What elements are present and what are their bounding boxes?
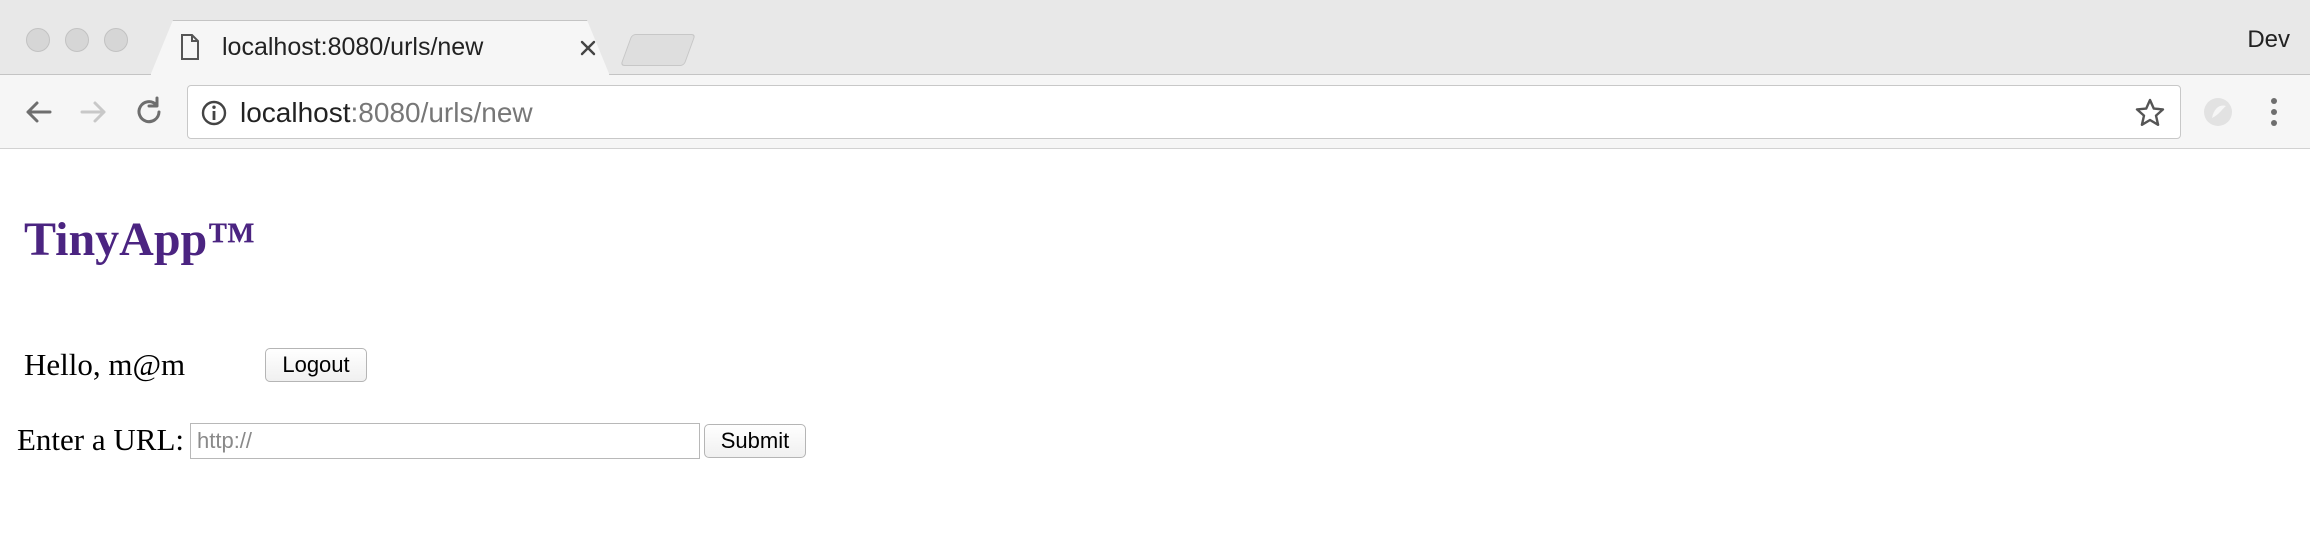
- new-tab-button[interactable]: [620, 34, 696, 66]
- reload-icon[interactable]: [131, 94, 167, 130]
- active-tab-content[interactable]: localhost:8080/urls/new: [150, 20, 610, 76]
- close-tab-icon[interactable]: [576, 36, 600, 60]
- url-input[interactable]: [190, 423, 700, 459]
- info-icon[interactable]: [200, 99, 228, 127]
- profile-name[interactable]: Dev: [2247, 26, 2290, 54]
- tab-strip: localhost:8080/urls/new Dev: [0, 0, 2310, 76]
- window-minimize-button[interactable]: [65, 28, 89, 52]
- browser-toolbar: localhost:8080/urls/new: [0, 75, 2310, 149]
- logout-button[interactable]: Logout: [265, 348, 367, 382]
- address-text[interactable]: localhost:8080/urls/new: [240, 97, 533, 129]
- greeting-text: Hello, m@m: [24, 347, 186, 382]
- page-icon: [181, 34, 199, 60]
- app-title: TinyApp™: [24, 213, 256, 266]
- url-field-label: Enter a URL:: [17, 422, 185, 457]
- window-close-button[interactable]: [26, 28, 50, 52]
- forward-arrow-icon[interactable]: [76, 94, 112, 130]
- address-path: :8080/urls/new: [350, 97, 533, 128]
- address-host: localhost: [240, 97, 351, 128]
- back-arrow-icon[interactable]: [20, 94, 56, 130]
- tab-title: localhost:8080/urls/new: [222, 33, 484, 61]
- window-zoom-button[interactable]: [104, 28, 128, 52]
- extension-icon[interactable]: [2200, 94, 2236, 130]
- page-content: TinyApp™ Hello, m@m Logout Enter a URL: …: [0, 150, 2310, 558]
- address-bar[interactable]: localhost:8080/urls/new: [187, 85, 2181, 139]
- bookmark-star-icon[interactable]: [2134, 97, 2166, 129]
- submit-button[interactable]: Submit: [704, 424, 806, 458]
- browser-menu-icon[interactable]: [2258, 92, 2290, 132]
